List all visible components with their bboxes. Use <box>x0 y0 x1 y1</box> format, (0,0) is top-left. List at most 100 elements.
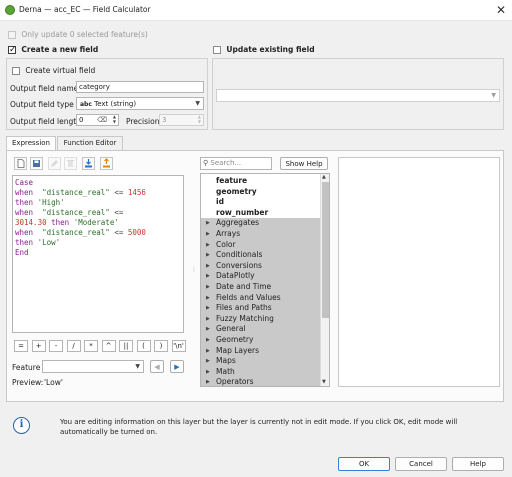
expand-arrow-icon[interactable]: ▶ <box>206 261 210 272</box>
update-existing-checkbox[interactable] <box>213 46 221 54</box>
operator-button[interactable]: || <box>119 340 133 352</box>
spin-arrows-icon[interactable]: ▲ ▼ <box>113 114 116 124</box>
operator-button[interactable]: ) <box>154 340 168 352</box>
function-group-item[interactable]: ▶ Date and Time <box>201 282 329 293</box>
expand-arrow-icon[interactable]: ▶ <box>206 282 210 293</box>
previous-feature-button[interactable]: ◀ <box>150 360 164 373</box>
feature-select[interactable]: ▼ <box>42 360 144 373</box>
function-group-item[interactable]: ▶ Operators <box>201 377 329 386</box>
export-icon[interactable] <box>100 157 113 170</box>
output-type-select[interactable]: abc Text (string) ▼ <box>76 97 204 110</box>
operator-button[interactable]: + <box>31 340 46 352</box>
expression-token: 'High' <box>37 198 65 207</box>
close-icon[interactable]: ✕ <box>496 3 506 17</box>
expand-arrow-icon[interactable]: ▶ <box>206 324 210 335</box>
output-length-spinbox[interactable]: 0 ⌫ ▲ ▼ <box>76 114 119 126</box>
clear-icon[interactable]: ⌫ <box>97 115 107 126</box>
expand-arrow-icon[interactable]: ▶ <box>206 314 210 325</box>
next-feature-button[interactable]: ▶ <box>170 360 184 373</box>
operator-button[interactable]: * <box>84 340 98 352</box>
tab-expression[interactable]: Expression <box>6 136 56 150</box>
function-group-item[interactable]: ▶ Conversions <box>201 260 329 272</box>
precision-value: 3 <box>162 116 167 124</box>
function-group-item[interactable]: ▶ DataPlotly <box>201 271 329 282</box>
update-existing-row[interactable]: Update existing field <box>213 45 315 54</box>
scroll-up-icon[interactable]: ▲ <box>322 174 326 180</box>
spin-arrows-icon: ▲ ▼ <box>197 114 201 124</box>
expression-line: 3014.30 then 'Moderate' <box>15 218 181 228</box>
expression-line: when "distance_real" <= 1456 <box>15 188 181 198</box>
expand-arrow-icon[interactable]: ▶ <box>206 335 210 346</box>
splitter-handle[interactable]: ⋮ <box>191 267 197 273</box>
expression-token: 'Low' <box>37 238 61 247</box>
expand-arrow-icon[interactable]: ▶ <box>206 367 210 378</box>
expand-arrow-icon[interactable]: ▶ <box>206 240 210 251</box>
info-message: You are editing information on this laye… <box>60 418 458 436</box>
expression-editor[interactable]: Case when "distance_real" <= 1456 then 'Hi… <box>12 175 184 333</box>
output-name-input[interactable]: category <box>76 81 204 93</box>
expand-arrow-icon[interactable]: ▶ <box>206 303 210 314</box>
only-update-row[interactable]: Only update 0 selected feature(s) <box>8 30 148 39</box>
expression-token: End <box>15 248 29 257</box>
expression-token: when <box>15 188 43 197</box>
expand-arrow-icon[interactable]: ▶ <box>206 293 210 304</box>
function-group-item[interactable]: ▶ Color <box>201 239 329 251</box>
save-icon[interactable] <box>30 157 43 170</box>
scroll-down-icon[interactable]: ▼ <box>322 379 326 385</box>
operator-button[interactable]: ^ <box>101 340 116 352</box>
expression-token: then <box>15 238 38 247</box>
expand-arrow-icon[interactable]: ▶ <box>206 346 210 357</box>
expression-token: "distance_real" <box>42 208 110 217</box>
ok-button[interactable]: OK <box>338 457 390 471</box>
operator-button[interactable]: = <box>14 340 28 352</box>
operator-button[interactable]: - <box>49 340 63 352</box>
window-title: Derna — acc_EC — Field Calculator <box>19 5 151 14</box>
tab-function-editor[interactable]: Function Editor <box>57 136 123 150</box>
expression-line: then 'High' <box>15 198 181 208</box>
function-group-item[interactable]: ▶ Arrays <box>201 229 329 240</box>
field-item[interactable]: id <box>201 197 329 208</box>
cancel-button[interactable]: Cancel <box>395 457 447 471</box>
function-group-item[interactable]: ▶ General <box>201 324 329 335</box>
function-group-item[interactable]: ▶ Map Layers <box>201 345 329 357</box>
create-virtual-checkbox[interactable] <box>12 67 20 75</box>
function-group-item[interactable]: ▶ Files and Paths <box>201 303 329 314</box>
operator-button[interactable]: ( <box>136 340 151 352</box>
show-help-button[interactable]: Show Help <box>280 157 328 170</box>
expression-token: <= <box>109 188 128 197</box>
output-type-label: Output field type <box>10 100 74 109</box>
create-new-field-row[interactable]: Create a new field <box>8 45 98 54</box>
expand-arrow-icon[interactable]: ▶ <box>206 356 210 367</box>
import-icon[interactable] <box>82 157 95 170</box>
function-group-item[interactable]: ▶ Geometry <box>201 335 329 346</box>
only-update-checkbox[interactable] <box>8 31 16 39</box>
help-button[interactable]: Help <box>452 457 504 471</box>
function-group-item[interactable]: ▶ Aggregates <box>201 218 329 229</box>
search-input[interactable]: ⚲ Search... <box>200 157 272 170</box>
field-item[interactable]: feature <box>201 176 329 187</box>
expression-token: when <box>15 208 43 217</box>
function-group-item[interactable]: ▶ Maps <box>201 356 329 367</box>
expand-arrow-icon[interactable]: ▶ <box>206 377 210 386</box>
field-item[interactable]: row_number <box>201 208 329 219</box>
function-group-label: Arrays <box>216 229 241 238</box>
function-group-item[interactable]: ▶ Fields and Values <box>201 292 329 304</box>
create-new-field-checkbox[interactable] <box>8 46 16 54</box>
scrollbar-thumb[interactable] <box>322 182 329 318</box>
expand-arrow-icon[interactable]: ▶ <box>206 229 210 240</box>
function-group-item[interactable]: ▶ Math <box>201 366 329 378</box>
function-group-item[interactable]: ▶ Conditionals <box>201 250 329 261</box>
expand-arrow-icon[interactable]: ▶ <box>206 218 210 229</box>
function-list[interactable]: feature geometry id row_number ▶ Aggregates ▶ A… <box>200 173 330 387</box>
operator-button[interactable]: / <box>66 340 81 352</box>
expand-arrow-icon[interactable]: ▶ <box>206 250 210 261</box>
create-virtual-row[interactable]: Create virtual field <box>12 66 95 75</box>
expand-arrow-icon[interactable]: ▶ <box>206 271 210 282</box>
operator-button[interactable]: '\n' <box>171 340 186 352</box>
function-group-label: Map Layers <box>216 345 260 355</box>
function-list-scrollbar[interactable]: ▲ ▼ <box>320 174 329 386</box>
new-file-icon[interactable] <box>14 157 27 170</box>
function-group-item[interactable]: ▶ Fuzzy Matching <box>201 313 329 325</box>
expression-line: End <box>15 248 181 258</box>
field-item[interactable]: geometry <box>201 187 329 198</box>
